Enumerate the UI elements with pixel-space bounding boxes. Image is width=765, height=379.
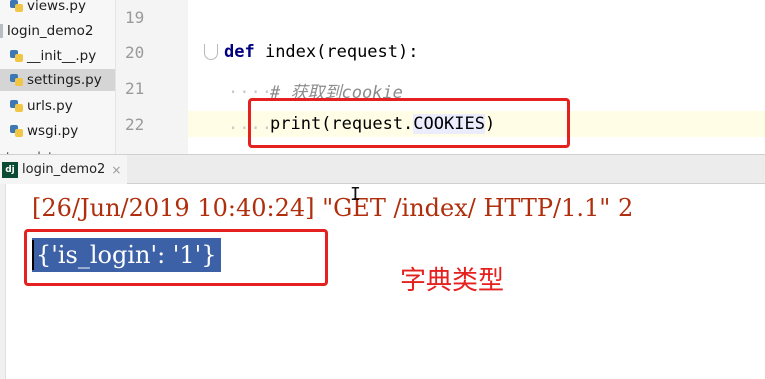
project-tree: views.py login_demo2 __init__.py setting… [0, 0, 116, 154]
function-signature: index(request): [254, 42, 419, 62]
console-toolbar [0, 184, 6, 379]
text-cursor-icon: I [350, 184, 361, 205]
line-number: 22 [125, 115, 145, 134]
python-file-icon [10, 99, 24, 113]
tree-item-urls[interactable]: urls.py [10, 95, 73, 117]
tree-item-login-demo2[interactable]: login_demo2 [0, 20, 94, 42]
indent-guide: .... [228, 78, 273, 98]
tree-item-views[interactable]: views.py [10, 0, 86, 17]
tree-item-label: __init__.py [27, 48, 97, 64]
run-tab-login-demo2[interactable]: dj login_demo2 × [0, 155, 128, 184]
tree-item-label: views.py [27, 0, 86, 14]
python-file-icon [10, 49, 24, 63]
tree-item-label: wsgi.py [27, 123, 79, 139]
tree-item-label: settings.py [27, 72, 102, 88]
line-number: 19 [125, 8, 145, 27]
run-tab-label: login_demo2 [22, 162, 106, 177]
tree-item-label: login_demo2 [7, 23, 94, 39]
tree-item-settings[interactable]: settings.py [0, 69, 115, 91]
folder-icon [0, 24, 3, 38]
tree-item-wsgi[interactable]: wsgi.py [10, 120, 78, 142]
annotation-box-output [24, 229, 328, 286]
run-tool-window-tabs: dj login_demo2 × [0, 154, 765, 184]
code-line-def: def index(request): [224, 42, 418, 62]
annotation-box-print [248, 98, 570, 148]
django-icon: dj [2, 161, 18, 178]
console-log-line: [26/Jun/2019 10:40:24] "GET /index/ HTTP… [32, 194, 634, 222]
keyword-def: def [224, 42, 255, 62]
python-file-icon [10, 73, 24, 87]
fold-icon[interactable] [204, 44, 218, 60]
tree-item-label: urls.py [27, 98, 73, 114]
python-file-icon [10, 124, 24, 138]
tree-item-init[interactable]: __init__.py [10, 45, 96, 67]
line-number: 20 [125, 43, 145, 62]
close-icon[interactable]: × [111, 163, 121, 177]
annotation-label: 字典类型 [400, 266, 505, 296]
python-file-icon [10, 0, 24, 13]
line-number: 21 [125, 79, 145, 98]
